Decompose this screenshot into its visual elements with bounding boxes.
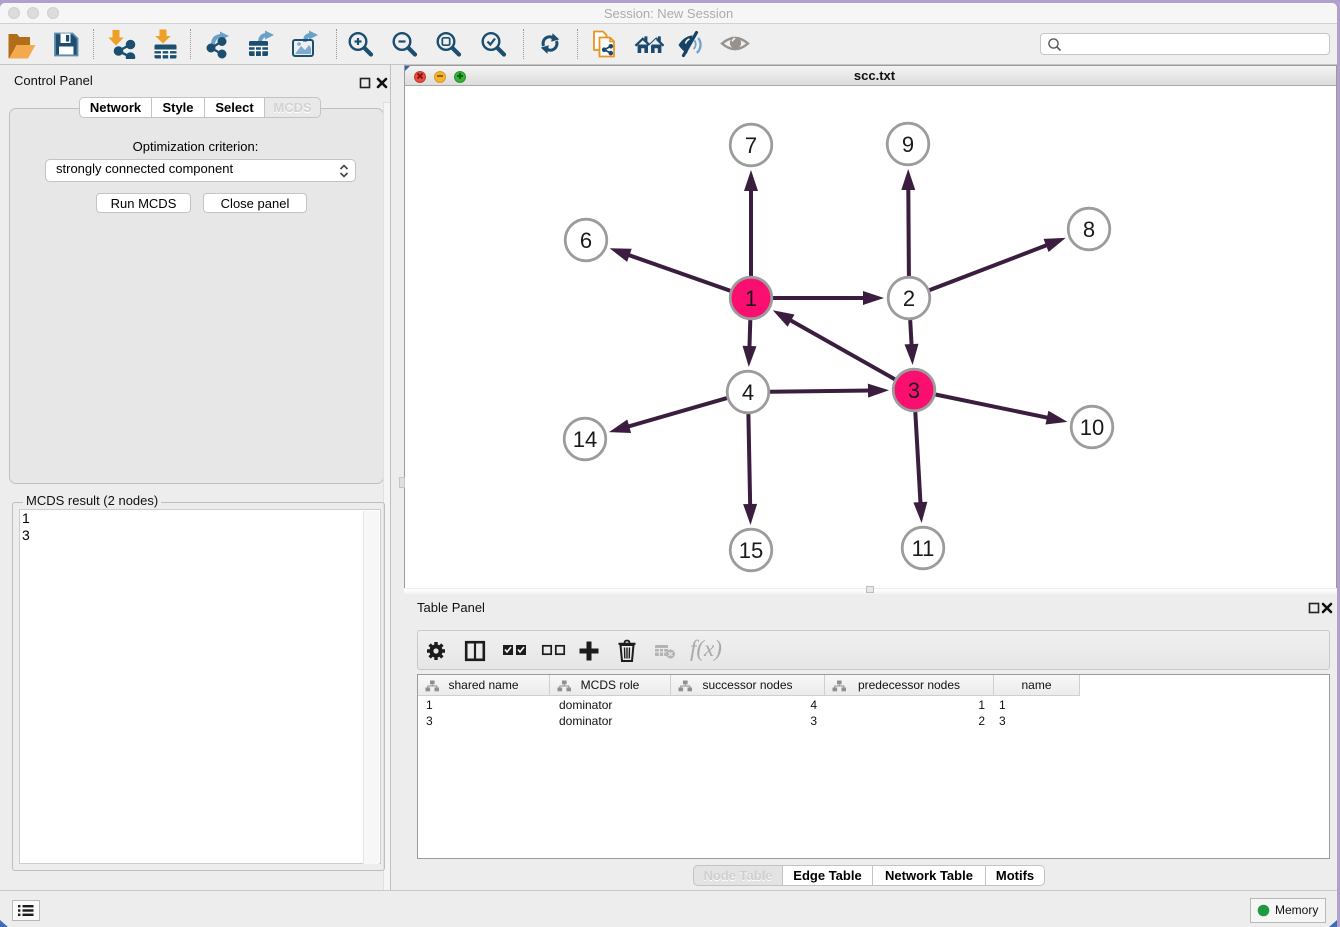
svg-text:4: 4: [742, 380, 754, 405]
svg-text:14: 14: [573, 427, 597, 452]
svg-text:9: 9: [902, 132, 914, 157]
svg-text:15: 15: [739, 538, 763, 563]
svg-text:6: 6: [580, 228, 592, 253]
svg-text:1: 1: [745, 286, 757, 311]
svg-text:11: 11: [912, 536, 935, 561]
svg-text:3: 3: [908, 378, 920, 403]
svg-text:7: 7: [745, 133, 757, 158]
svg-text:10: 10: [1080, 415, 1104, 440]
svg-text:8: 8: [1083, 217, 1095, 242]
svg-text:2: 2: [903, 286, 915, 311]
